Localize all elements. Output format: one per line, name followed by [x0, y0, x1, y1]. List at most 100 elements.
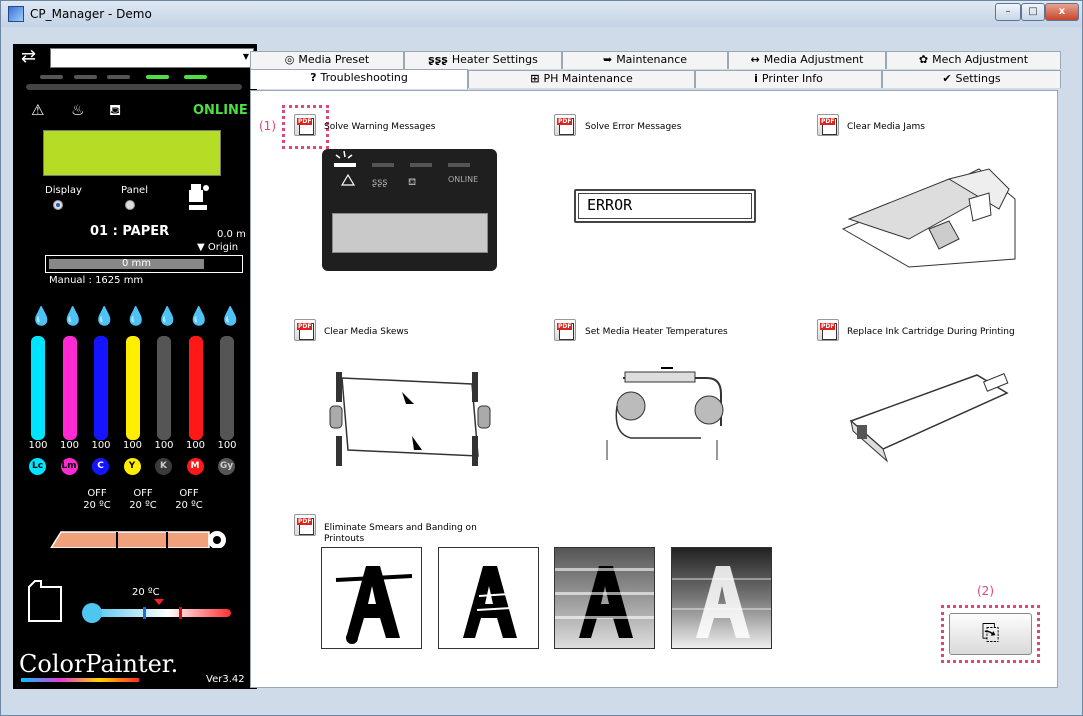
panel-radio[interactable]: [125, 200, 135, 210]
callout-1: (1): [259, 119, 276, 133]
pdf-button-smears[interactable]: [294, 514, 316, 536]
heater-temp: 20 ºC: [129, 500, 157, 511]
led: [74, 75, 97, 79]
pdf-button-error[interactable]: [554, 114, 576, 136]
question-icon: ?: [310, 71, 317, 84]
pdf-button-skews[interactable]: [294, 319, 316, 341]
ink-drop-icon: 💧: [124, 306, 147, 327]
printer-select[interactable]: [50, 48, 254, 68]
tab-ph-maintenance[interactable]: ⊞ PH Maintenance: [468, 70, 695, 88]
tab-troubleshooting[interactable]: ? Troubleshooting: [250, 69, 468, 89]
tab-label: Maintenance: [616, 53, 688, 66]
position-value: 0 mm: [122, 258, 152, 269]
panel-online-text: ONLINE: [448, 175, 479, 184]
ink-fill: [220, 336, 234, 440]
ink-drop-icon: 💧: [187, 306, 210, 327]
tab-bar: ◎ Media Preset ʂʂʂ Heater Settings ➥ Mainte…: [249, 51, 1061, 91]
ink-badge-lc: Lc: [29, 458, 46, 475]
heater-icon: ʂʂʂ: [428, 53, 448, 66]
tab-maintenance[interactable]: ➥ Maintenance: [562, 51, 728, 69]
warning-icon: ⚠: [31, 101, 45, 119]
ink-fill: [31, 336, 45, 440]
item-label-heater[interactable]: Set Media Heater Temperatures: [585, 327, 728, 337]
tab-label: Troubleshooting: [320, 71, 408, 84]
ink-value: 100: [217, 440, 237, 451]
title-bar: CP_Manager - Demo – □ x: [1, 1, 1082, 27]
error-display-image: ERROR: [574, 189, 756, 223]
switch-printer-icon[interactable]: ⇄: [21, 46, 36, 67]
ink-icon: ⛾: [109, 101, 122, 119]
pdf-button-jams[interactable]: [817, 114, 839, 136]
colorpainter-logo: ColorPainter.: [19, 650, 179, 678]
panel-label: Panel: [121, 185, 148, 196]
copy-icon: ⎘: [981, 621, 1000, 646]
item-label-ink[interactable]: Replace Ink Cartridge During Printing: [847, 327, 1015, 337]
item-label-warning[interactable]: Solve Warning Messages: [324, 122, 435, 132]
callout-2: (2): [977, 584, 994, 598]
ink-level-y: [125, 336, 140, 440]
ink-badge-c: C: [92, 458, 109, 475]
error-text: ERROR: [587, 196, 633, 214]
banding-example-1: [554, 547, 655, 649]
ink-level-k: [157, 336, 171, 440]
panel-divider: [26, 84, 242, 90]
warning-panel-image: ʂʂʂ ⛾ ONLINE: [322, 149, 497, 271]
ink-drop-icon: 💧: [219, 306, 242, 327]
tab-label: Mech Adjustment: [932, 53, 1029, 66]
led: [107, 75, 130, 79]
maximize-button[interactable]: □: [1021, 3, 1045, 21]
pdf-button-ink[interactable]: [817, 319, 839, 341]
svg-text:⛾: ⛾: [408, 177, 416, 188]
tab-settings[interactable]: ✔ Settings: [882, 70, 1061, 88]
ink-drop-icon: 💧: [30, 306, 53, 327]
tab-heater-settings[interactable]: ʂʂʂ Heater Settings: [404, 51, 562, 69]
ink-level-c: [94, 336, 108, 440]
pdf-button-heater[interactable]: [554, 319, 576, 341]
info-icon: i: [754, 72, 758, 85]
item-label-smears[interactable]: Eliminate Smears and Banding on Printout…: [324, 523, 484, 545]
heater-state: OFF: [179, 488, 199, 499]
minimize-button[interactable]: –: [995, 3, 1021, 21]
heater-path-image: [606, 367, 724, 460]
ink-drop-icon: 💧: [93, 306, 116, 327]
tab-mech-adjustment[interactable]: ✿ Mech Adjustment: [886, 51, 1061, 69]
ink-level-m: [188, 336, 203, 440]
tab-media-preset[interactable]: ◎ Media Preset: [250, 51, 404, 69]
checkmark-icon: ✔: [942, 72, 952, 85]
smear-example-2: [438, 547, 539, 649]
tab-label: Media Preset: [298, 53, 370, 66]
tab-label: Media Adjustment: [763, 53, 864, 66]
copy-button[interactable]: ⎘: [949, 613, 1032, 655]
ink-fill: [62, 336, 77, 440]
printer-settings-icon[interactable]: [187, 182, 211, 212]
led-on: [146, 75, 169, 79]
item-label-skews[interactable]: Clear Media Skews: [324, 327, 408, 337]
item-label-error[interactable]: Solve Error Messages: [585, 122, 681, 132]
item-label-jams[interactable]: Clear Media Jams: [847, 122, 925, 132]
ink-value: 100: [28, 440, 48, 451]
ink-badge-lm: Lm: [60, 458, 78, 475]
display-radio[interactable]: [53, 200, 63, 210]
media-skew-image: [329, 372, 491, 466]
ink-fill: [188, 336, 203, 440]
origin-label[interactable]: ▼ Origin: [197, 242, 238, 253]
heater-platen-graphic: [50, 531, 226, 548]
pdf-button-warning[interactable]: [294, 114, 316, 136]
printhead-icon: ⊞: [530, 72, 540, 85]
ink-level-lc: [31, 336, 45, 440]
close-button[interactable]: x: [1045, 3, 1079, 21]
paper-name: 01 : PAPER: [90, 224, 170, 239]
ink-fill: [157, 336, 171, 440]
tab-label: PH Maintenance: [543, 72, 633, 85]
tab-media-adjustment[interactable]: ↔ Media Adjustment: [728, 51, 886, 69]
smear-example-1: [321, 547, 422, 649]
heater-temp: 20 ºC: [83, 500, 111, 511]
tab-printer-info[interactable]: i Printer Info: [695, 70, 882, 88]
led: [40, 75, 63, 79]
manual-length: Manual : 1625 mm: [49, 275, 144, 286]
temperature-gauge: [82, 599, 231, 623]
led-on: [184, 75, 207, 79]
ink-level-gy: [220, 336, 234, 440]
window-title: CP_Manager - Demo: [30, 7, 152, 21]
arrows-icon: ↔: [750, 53, 760, 66]
